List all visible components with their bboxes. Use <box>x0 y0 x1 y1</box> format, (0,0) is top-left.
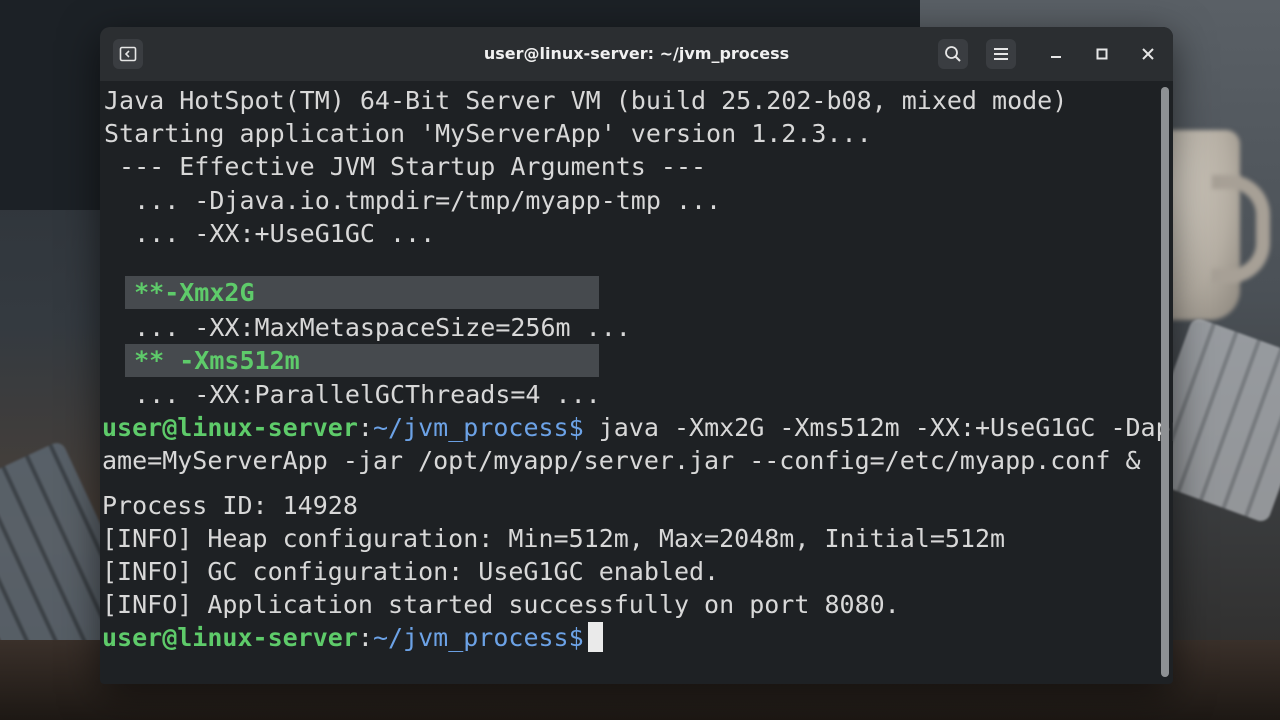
command-line-1: user@linux-server:~/jvm_process$ java -X… <box>102 411 1173 444</box>
starting-app-line: Starting application 'MyServerApp' versi… <box>104 119 872 148</box>
jvm-version-line: Java HotSpot(TM) 64-Bit Server VM (build… <box>104 86 1068 115</box>
prompt-colon: : <box>357 623 373 652</box>
prompt-user-host: user@linux-server <box>102 623 358 652</box>
prompt-colon: : <box>357 413 373 442</box>
title-bar[interactable]: user@linux-server: ~/jvm_process <box>100 27 1173 81</box>
terminal-output[interactable]: Java HotSpot(TM) 64-Bit Server VM (build… <box>100 81 1173 684</box>
terminal-window: user@linux-server: ~/jvm_process Java Ho… <box>100 27 1173 684</box>
close-button[interactable] <box>1133 39 1163 69</box>
prompt-path: ~/jvm_process$ <box>372 623 584 652</box>
app-started-line: [INFO] Application started successfully … <box>102 590 900 619</box>
close-icon <box>1142 48 1154 60</box>
maximize-button[interactable] <box>1087 39 1117 69</box>
jvm-arg-xmx-highlighted: **-Xmx2G <box>104 278 255 307</box>
jvm-arg-tmpdir: ... -Djava.io.tmpdir=/tmp/myapp-tmp ... <box>104 186 722 215</box>
jvm-arg-g1gc: ... -XX:+UseG1GC ... <box>104 219 436 248</box>
scrollbar-track[interactable] <box>1161 87 1169 677</box>
scrollbar-thumb[interactable] <box>1161 87 1169 677</box>
jvm-arg-metaspace: ... -XX:MaxMetaspaceSize=256m ... <box>104 313 631 342</box>
heap-config-line: [INFO] Heap configuration: Min=512m, Max… <box>102 524 1006 553</box>
process-id-line: Process ID: 14928 <box>102 491 358 520</box>
jvm-arg-xms-highlighted: ** -Xms512m <box>104 346 300 375</box>
jvm-arg-gc-threads: ... -XX:ParallelGCThreads=4 ... <box>104 380 601 409</box>
command-line-2: ame=MyServerApp -jar /opt/myapp/server.j… <box>102 446 1141 475</box>
command-text-part1: java -Xmx2G -Xms512m -XX:+UseG1GC -Dapp.… <box>583 413 1173 442</box>
search-icon <box>945 46 961 62</box>
background-mug-handle <box>1212 175 1270 283</box>
prompt-path: ~/jvm_process$ <box>372 413 584 442</box>
text-cursor <box>587 622 603 652</box>
jvm-args-header: --- Effective JVM Startup Arguments --- <box>104 152 707 181</box>
maximize-icon <box>1096 48 1108 60</box>
new-tab-button[interactable] <box>113 39 143 69</box>
prompt-user-host: user@linux-server <box>102 413 358 442</box>
minimize-icon <box>1051 56 1061 58</box>
hamburger-menu-icon <box>994 48 1008 60</box>
menu-button[interactable] <box>986 39 1016 69</box>
current-prompt-line[interactable]: user@linux-server:~/jvm_process$ <box>102 621 603 654</box>
new-tab-icon <box>119 46 137 62</box>
minimize-button[interactable] <box>1041 39 1071 69</box>
gc-config-line: [INFO] GC configuration: UseG1GC enabled… <box>102 557 720 586</box>
search-button[interactable] <box>938 39 968 69</box>
